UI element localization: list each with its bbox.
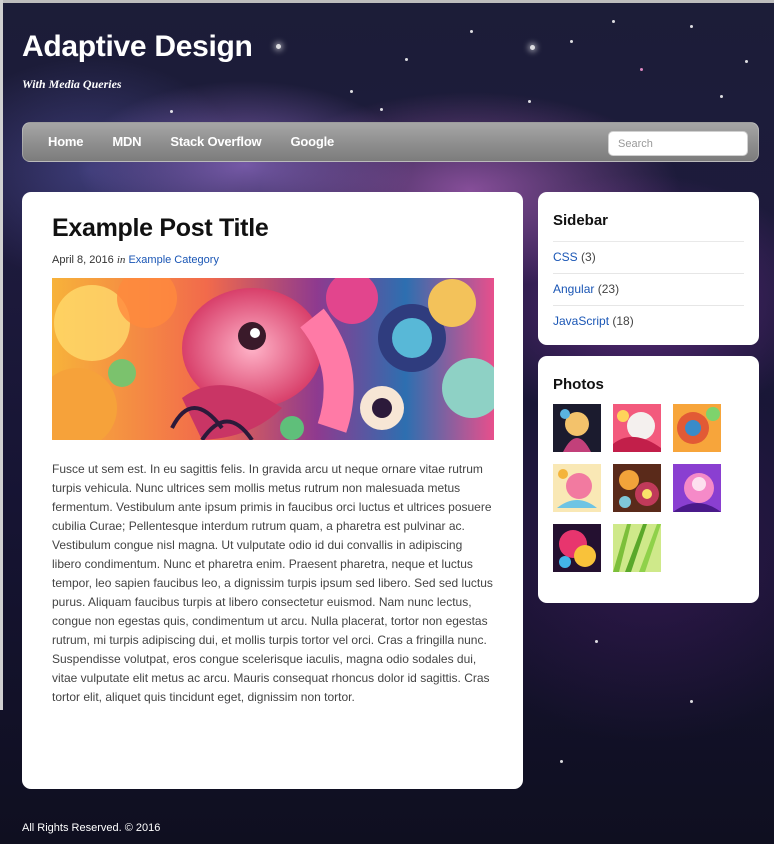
photo-thumbnail[interactable] <box>613 464 661 512</box>
star <box>570 40 573 43</box>
photo-thumbnail[interactable] <box>553 464 601 512</box>
nav-link-mdn[interactable]: MDN <box>112 134 141 149</box>
site-tagline: With Media Queries <box>22 77 122 91</box>
star <box>612 20 615 23</box>
category-count: (23) <box>597 282 620 296</box>
photo-thumbnail[interactable] <box>613 404 661 452</box>
star <box>745 60 748 63</box>
photo-thumbnail[interactable] <box>553 404 601 452</box>
left-border <box>0 0 3 710</box>
photos-title: Photos <box>553 376 604 393</box>
star <box>690 25 693 28</box>
star <box>595 640 598 643</box>
post-meta-in: in <box>116 254 126 266</box>
photo-thumbnail[interactable] <box>673 404 721 452</box>
star <box>720 95 723 98</box>
post-title: Example Post Title <box>52 214 269 242</box>
nav-links: Home MDN Stack Overflow Google <box>48 123 334 161</box>
star <box>640 68 643 71</box>
category-item: Angular (23) <box>553 273 744 305</box>
photo-thumbnail[interactable] <box>553 524 601 572</box>
sidebar-title: Sidebar <box>553 212 609 229</box>
footer-text: All Rights Reserved. © 2016 <box>22 822 161 834</box>
nav-link-stack-overflow[interactable]: Stack Overflow <box>170 134 261 149</box>
star <box>405 58 408 61</box>
category-count: (3) <box>581 250 596 264</box>
star <box>560 760 563 763</box>
nav-link-google[interactable]: Google <box>290 134 334 149</box>
category-link-css[interactable]: CSS <box>553 250 578 264</box>
star <box>530 45 535 50</box>
nav-item-mdn: MDN <box>112 133 141 151</box>
star <box>170 110 173 113</box>
post-meta: April 8, 2016 in Example Category <box>52 254 493 266</box>
category-link-javascript[interactable]: JavaScript <box>553 314 609 328</box>
search-input[interactable] <box>608 131 748 156</box>
nav-item-stack-overflow: Stack Overflow <box>170 133 261 151</box>
photo-thumbnail[interactable] <box>673 464 721 512</box>
category-item: JavaScript (18) <box>553 305 744 337</box>
nav-item-google: Google <box>290 133 334 151</box>
nav-link-home[interactable]: Home <box>48 134 84 149</box>
post-body: Fusce ut sem est. In eu sagittis felis. … <box>52 462 493 704</box>
nav-item-home: Home <box>48 133 84 151</box>
post-featured-image <box>52 278 494 440</box>
category-link-angular[interactable]: Angular <box>553 282 594 296</box>
star <box>470 30 473 33</box>
sidebar-widget: Sidebar CSS (3) Angular (23) JavaScript … <box>538 192 759 345</box>
top-border <box>0 0 774 3</box>
photo-thumbnail[interactable] <box>613 524 661 572</box>
star <box>528 100 531 103</box>
photos-widget: Photos <box>538 356 759 603</box>
site-title: Adaptive Design <box>22 30 253 63</box>
post-category-link[interactable]: Example Category <box>128 254 219 266</box>
star <box>690 700 693 703</box>
star <box>380 108 383 111</box>
post-card: Example Post Title April 8, 2016 in Exam… <box>22 192 523 789</box>
post-date: April 8, 2016 <box>52 254 114 266</box>
star <box>350 90 353 93</box>
category-count: (18) <box>612 314 634 328</box>
main-nav: Home MDN Stack Overflow Google <box>22 122 759 162</box>
category-list: CSS (3) Angular (23) JavaScript (18) <box>553 241 744 337</box>
category-item: CSS (3) <box>553 241 744 273</box>
photo-grid <box>553 404 733 572</box>
star <box>276 44 281 49</box>
